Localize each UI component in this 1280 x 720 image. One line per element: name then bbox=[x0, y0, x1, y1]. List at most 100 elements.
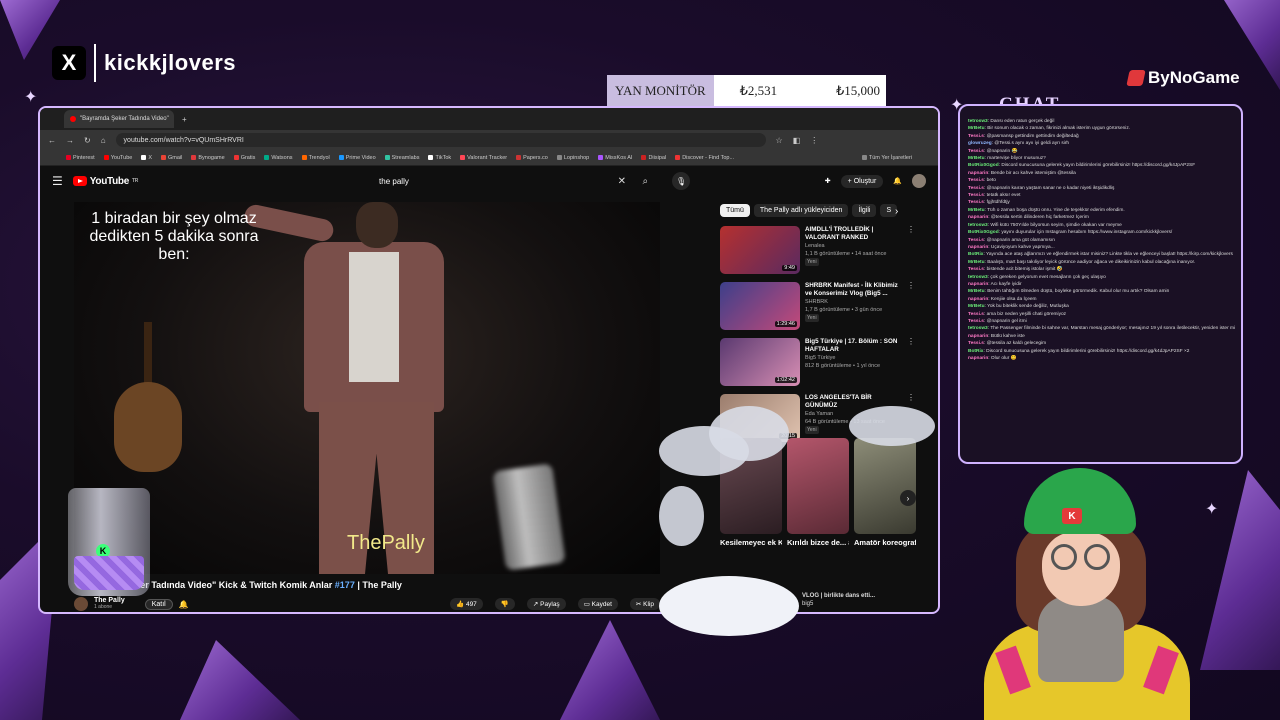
chat-message: BotRix: Discord sunucusuna gelerek yayın… bbox=[968, 348, 1235, 355]
chat-username[interactable]: napnarin bbox=[968, 282, 988, 287]
bookmark-item[interactable]: X bbox=[141, 155, 152, 161]
cast-icon[interactable]: ✚ bbox=[825, 177, 831, 185]
reload-icon[interactable]: ↻ bbox=[84, 136, 91, 145]
chat-username[interactable]: napnarin bbox=[968, 215, 988, 220]
chat-username[interactable]: Tessi.s bbox=[968, 238, 984, 243]
bookmark-item[interactable]: Bynogame bbox=[191, 155, 225, 161]
chat-text: : Discord sunucusuna gelerek yayın bildi… bbox=[998, 163, 1196, 169]
jar-fill bbox=[74, 556, 144, 590]
clear-search-icon[interactable]: ✕ bbox=[618, 176, 626, 187]
bookmark-item[interactable]: Lopinshop bbox=[556, 155, 589, 161]
chat-username[interactable]: tetrosw3 bbox=[968, 119, 988, 124]
chat-message: tetrosw3: çok gereken gelyorum evet mesa… bbox=[968, 274, 1235, 281]
chat-username[interactable]: Tessi.s bbox=[968, 149, 984, 154]
chat-message: napnarin: Uçaviyoyum kahve yapmıya... bbox=[968, 244, 1235, 251]
new-tab-icon[interactable]: + bbox=[182, 115, 187, 124]
chat-username[interactable]: BotRix bbox=[968, 252, 983, 257]
chat-username[interactable]: napnarin bbox=[968, 245, 988, 250]
bookmark-item[interactable]: Pinterest bbox=[66, 155, 95, 161]
bookmark-item[interactable]: Gmail bbox=[161, 155, 182, 161]
chat-username[interactable]: MrBetu bbox=[968, 156, 985, 161]
chat-message: BotRix0Ggod: yayını duyurular için Insta… bbox=[968, 229, 1235, 236]
chat-text: : Baalıştı, mart başı takıliyor leyick g… bbox=[984, 259, 1196, 265]
chat-username[interactable]: BotRix0Ggod bbox=[968, 163, 999, 168]
chat-username[interactable]: tetrosw3 bbox=[968, 275, 988, 280]
bookmark-item[interactable]: TikTok bbox=[428, 155, 451, 161]
extensions-icon[interactable]: ◧ bbox=[793, 136, 801, 145]
chat-message: MrBetu: Tüh o zaman boşa düştü onru. Yin… bbox=[968, 207, 1235, 214]
tab-bar: "Bayramda Şeker Tadında Video" + bbox=[40, 108, 938, 130]
youtube-logo[interactable]: YouTube TR bbox=[72, 176, 138, 187]
chat-text: : Acı kayfe iyidir bbox=[988, 281, 1022, 287]
chat-username[interactable]: Tessi.s bbox=[968, 186, 984, 191]
chat-message: BotRix0Ggod: Discord sunucusuna gelerek … bbox=[968, 162, 1235, 169]
chat-text: : bistende acit bitemiş istolar işmit 🤣 bbox=[983, 267, 1063, 273]
chat-text: : @tessila sertin dilinderen hiç farketm… bbox=[988, 215, 1089, 221]
bookmark-item[interactable]: Watsons bbox=[264, 155, 293, 161]
chat-text: : beto bbox=[983, 178, 996, 184]
chat-message: napnarin: Acı kayfe iyidir bbox=[968, 281, 1235, 288]
chat-username[interactable]: MrBetu bbox=[968, 260, 985, 265]
chat-username[interactable]: BotRix bbox=[968, 349, 983, 354]
chat-username[interactable]: napnarin bbox=[968, 171, 988, 176]
search-icon[interactable]: ⌕ bbox=[642, 176, 648, 187]
search-input[interactable]: the pally ✕ ⌕ bbox=[373, 172, 648, 190]
bookmark-item[interactable]: Valorant Tracker bbox=[460, 155, 507, 161]
bookmark-item[interactable]: Trendyol bbox=[301, 155, 330, 161]
bookmark-item[interactable]: Prime Video bbox=[338, 155, 376, 161]
chat-username[interactable]: MrBetu bbox=[968, 126, 985, 131]
chat-username[interactable]: napnarin bbox=[968, 297, 988, 302]
bynogame-icon bbox=[1126, 70, 1146, 86]
forward-icon[interactable]: → bbox=[66, 136, 74, 145]
bookmark-item[interactable]: Streamlabs bbox=[384, 155, 419, 161]
chat-panel: tetrosw3: Dansı eden ratun gerçek değil M… bbox=[958, 104, 1243, 464]
browser-tab[interactable]: "Bayramda Şeker Tadında Video" bbox=[64, 110, 174, 128]
bookmark-star-icon[interactable]: ☆ bbox=[776, 136, 783, 145]
chat-text: : çok gereken gelyorum evet mesajların ç… bbox=[987, 274, 1106, 280]
bookmark-item[interactable]: Discover - Find Top... bbox=[675, 155, 734, 161]
bookmark-item[interactable]: YouTube bbox=[103, 155, 132, 161]
chat-text: : Tüh o zaman boşa düştü onru. Yine de t… bbox=[984, 207, 1125, 213]
chat-username[interactable]: Tessi.s bbox=[968, 319, 984, 324]
notifications-bell-icon[interactable]: 🔔 bbox=[893, 177, 902, 185]
create-button[interactable]: + Oluştur bbox=[840, 174, 884, 188]
back-icon[interactable]: ← bbox=[48, 136, 56, 145]
bookmark-item[interactable]: Gratis bbox=[233, 155, 255, 161]
bookmark-item[interactable]: Papers.co bbox=[516, 155, 548, 161]
chat-username[interactable]: tetrosw3 bbox=[968, 223, 988, 228]
bookmark-item[interactable]: Diisipal bbox=[641, 155, 666, 161]
chat-text: : Yayında ace ataş ağlarımızı ve eğlendi… bbox=[983, 252, 1233, 258]
chat-text: : Bende bir acı kahve istemiştim @tessil… bbox=[988, 170, 1076, 176]
bookmark-item[interactable]: MissKos AI bbox=[598, 155, 632, 161]
tab-title: "Bayramda Şeker Tadında Video" bbox=[80, 116, 169, 122]
menu-icon[interactable]: ☰ bbox=[52, 174, 63, 188]
url-input[interactable]: youtube.com/watch?v=vQUmSHrRVRI bbox=[115, 133, 766, 147]
browser-menu-icon[interactable]: ⋮ bbox=[810, 136, 818, 145]
address-bar: ← → ↻ ⌂ youtube.com/watch?v=vQUmSHrRVRI … bbox=[40, 130, 938, 150]
home-icon[interactable]: ⌂ bbox=[101, 136, 106, 145]
chat-message: napnarin: Olur olur 😊 bbox=[968, 355, 1235, 362]
chat-username[interactable]: Tessi.s bbox=[968, 200, 984, 205]
chat-username[interactable]: Tessi.s bbox=[968, 312, 984, 317]
all-bookmarks[interactable]: Tüm Yer İşaretleri bbox=[861, 155, 912, 161]
youtube-play-icon bbox=[72, 176, 87, 186]
chat-username[interactable]: Tessi.s bbox=[968, 134, 984, 139]
chat-username[interactable]: MrBetu bbox=[968, 304, 985, 309]
sponsor-logo: ByNoGame bbox=[1126, 68, 1240, 88]
chat-username[interactable]: Tessi.s bbox=[968, 178, 984, 183]
chat-username[interactable]: glowruzeg bbox=[968, 141, 992, 146]
chat-username[interactable]: Tessi.s bbox=[968, 267, 984, 272]
chat-message: Tessi.s: @napnarin 😂 bbox=[968, 148, 1235, 155]
chat-username[interactable]: BotRix0Ggod bbox=[968, 230, 999, 235]
chat-message: Tessi.s: @pasmansp gettindim gettindim d… bbox=[968, 133, 1235, 140]
microphone-icon[interactable]: 🎙 bbox=[672, 172, 691, 190]
chat-username[interactable]: tetrosw3 bbox=[968, 326, 988, 331]
chat-username[interactable]: napnarin bbox=[968, 356, 988, 361]
chat-username[interactable]: Tessi.s bbox=[968, 341, 984, 346]
chat-username[interactable]: MrBetu bbox=[968, 289, 985, 294]
chat-text: : The Passenger filminde bi sahne var, M… bbox=[987, 326, 1235, 332]
account-avatar[interactable] bbox=[912, 174, 926, 188]
chat-username[interactable]: napnarin bbox=[968, 334, 988, 339]
chat-username[interactable]: Tessi.s bbox=[968, 193, 984, 198]
chat-username[interactable]: MrBetu bbox=[968, 208, 985, 213]
